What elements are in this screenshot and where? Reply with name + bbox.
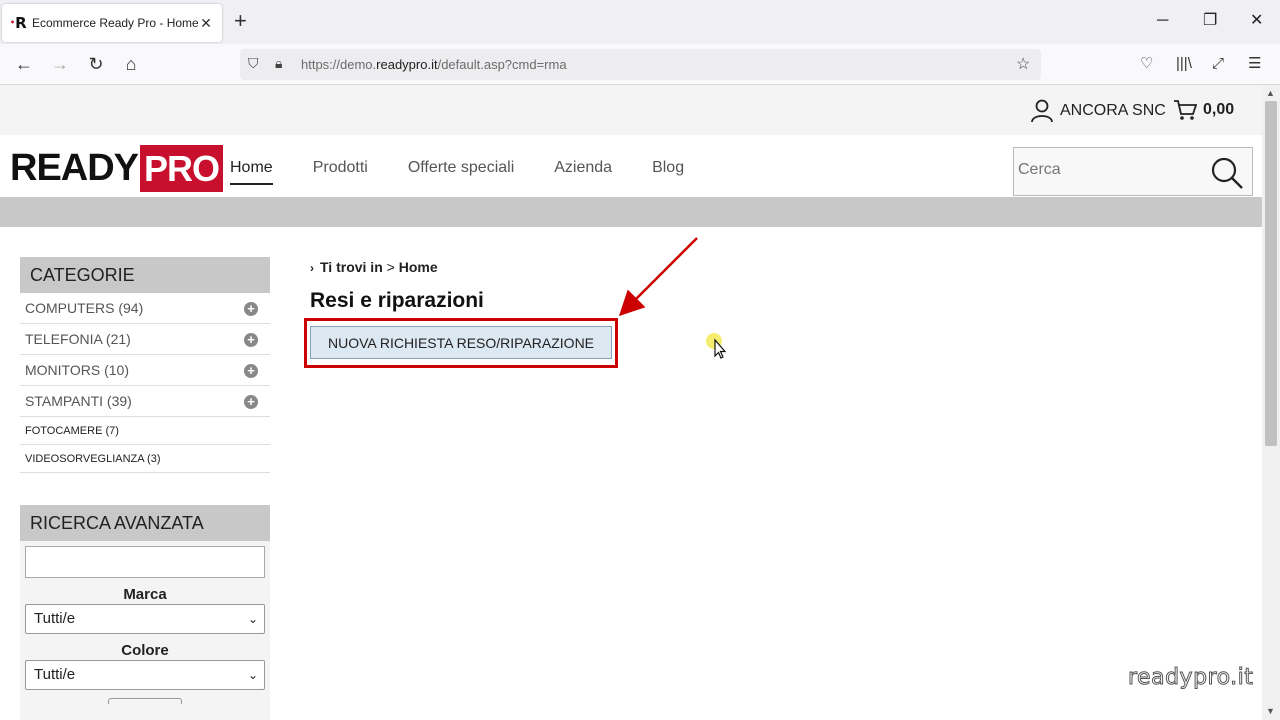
account-name[interactable]: ANCORA SNC: [1060, 102, 1166, 120]
extensions-icon[interactable]: ⤢: [1212, 55, 1224, 73]
search-input[interactable]: [1018, 161, 1198, 179]
forward-icon[interactable]: →: [49, 54, 71, 74]
pocket-icon[interactable]: ♡: [1140, 55, 1153, 73]
advanced-search-input[interactable]: [25, 546, 265, 578]
web-page: ANCORA SNC 0,00 READY PRO Home Prodotti …: [0, 85, 1262, 720]
new-tab-icon[interactable]: +: [234, 10, 247, 32]
new-return-request-button[interactable]: NUOVA RICHIESTA RESO/RIPARAZIONE: [310, 326, 612, 359]
restore-icon[interactable]: ❐: [1203, 12, 1217, 30]
cart-icon: [1174, 100, 1197, 120]
breadcrumb-home-link[interactable]: Home: [399, 259, 438, 275]
close-window-icon[interactable]: ✕: [1250, 12, 1263, 30]
tab-title: Ecommerce Ready Pro - Home: [32, 16, 198, 30]
category-item[interactable]: STAMPANTI (39) +: [20, 386, 270, 417]
watermark-text: readypro.it: [1127, 665, 1254, 691]
mouse-cursor-icon: [706, 333, 727, 359]
categories-title: CATEGORIE: [20, 257, 270, 293]
brand-select[interactable]: Tutti/e ⌄: [25, 604, 265, 634]
home-icon[interactable]: ⌂: [120, 54, 142, 74]
main-menu: Home Prodotti Offerte speciali Azienda B…: [230, 159, 724, 185]
category-item[interactable]: COMPUTERS (94) +: [20, 293, 270, 324]
url-bar[interactable]: ⛉ 🔒︎ https://demo.readypro.it/default.as…: [240, 49, 1041, 80]
browser-tab[interactable]: •R Ecommerce Ready Pro - Home ✕: [2, 4, 222, 42]
menu-item-blog[interactable]: Blog: [652, 159, 684, 185]
menu-item-prodotti[interactable]: Prodotti: [313, 159, 368, 185]
minimize-icon[interactable]: ─: [1157, 12, 1168, 30]
brand-label: Marca: [123, 586, 167, 603]
browser-tab-bar: •R Ecommerce Ready Pro - Home ✕ + ─ ❐ ✕: [0, 0, 1280, 44]
back-icon[interactable]: ←: [13, 54, 35, 74]
expand-plus-icon[interactable]: +: [244, 333, 258, 347]
scrollbar-thumb[interactable]: [1265, 101, 1277, 446]
page-scrollbar[interactable]: ▲ ▼: [1262, 85, 1280, 720]
scroll-down-icon[interactable]: ▼: [1266, 706, 1275, 716]
search-icon[interactable]: [1210, 156, 1244, 190]
shield-icon[interactable]: ⛉: [248, 55, 259, 72]
menu-item-offerte[interactable]: Offerte speciali: [408, 159, 514, 185]
cart-link[interactable]: 0,00: [1173, 99, 1234, 121]
logo-ready-text: READY: [10, 147, 139, 189]
account-link[interactable]: ANCORA SNC: [1031, 99, 1166, 123]
search-box: [1013, 147, 1253, 196]
advanced-search-panel: RICERCA AVANZATA Marca Tutti/e ⌄ Colore T…: [20, 505, 270, 720]
menu-icon[interactable]: ☰: [1248, 55, 1261, 73]
expand-plus-icon[interactable]: +: [244, 364, 258, 378]
menu-item-azienda[interactable]: Azienda: [554, 159, 612, 185]
page-title: Resi e riparazioni: [310, 289, 484, 312]
chevron-right-icon: ›: [310, 261, 314, 275]
expand-plus-icon[interactable]: +: [244, 395, 258, 409]
menu-item-home[interactable]: Home: [230, 159, 273, 185]
browser-nav-bar: ← → ↻ ⌂ ⛉ 🔒︎ https://demo.readypro.it/de…: [0, 44, 1280, 85]
advanced-search-title: RICERCA AVANZATA: [20, 505, 270, 541]
tab-close-icon[interactable]: ✕: [198, 15, 214, 32]
readypro-favicon-icon: •R: [10, 14, 27, 32]
category-item[interactable]: TELEFONIA (21) +: [20, 324, 270, 355]
scroll-up-icon[interactable]: ▲: [1266, 88, 1275, 98]
breadcrumb: › Ti trovi in > Home: [310, 259, 438, 275]
top-strip: ANCORA SNC 0,00: [0, 85, 1262, 135]
library-icon[interactable]: |||\: [1176, 55, 1192, 73]
reload-icon[interactable]: ↻: [85, 54, 107, 74]
category-item[interactable]: MONITORS (10) +: [20, 355, 270, 386]
chevron-down-icon: ⌄: [247, 668, 258, 682]
bookmark-star-icon[interactable]: ☆: [1016, 54, 1030, 74]
category-item[interactable]: VIDEOSORVEGLIANZA (3): [20, 445, 270, 473]
category-item[interactable]: FOTOCAMERE (7): [20, 417, 270, 445]
color-label: Colore: [121, 642, 169, 659]
user-icon: [1031, 99, 1053, 123]
advanced-search-form: Marca Tutti/e ⌄ Colore Tutti/e ⌄: [20, 541, 270, 720]
cart-total[interactable]: 0,00: [1203, 101, 1234, 119]
url-text[interactable]: https://demo.readypro.it/default.asp?cmd…: [301, 57, 567, 72]
search-submit-button[interactable]: [108, 698, 182, 704]
color-select[interactable]: Tutti/e ⌄: [25, 660, 265, 690]
site-logo[interactable]: READY PRO: [10, 145, 224, 192]
logo-pro-text: PRO: [140, 145, 224, 192]
chevron-down-icon: ⌄: [247, 612, 258, 626]
categories-panel: CATEGORIE COMPUTERS (94) + TELEFONIA (21)…: [20, 257, 270, 473]
expand-plus-icon[interactable]: +: [244, 302, 258, 316]
lock-icon[interactable]: 🔒︎: [275, 55, 282, 72]
header-band: [0, 197, 1262, 227]
site-header: READY PRO Home Prodotti Offerte speciali…: [0, 135, 1262, 197]
